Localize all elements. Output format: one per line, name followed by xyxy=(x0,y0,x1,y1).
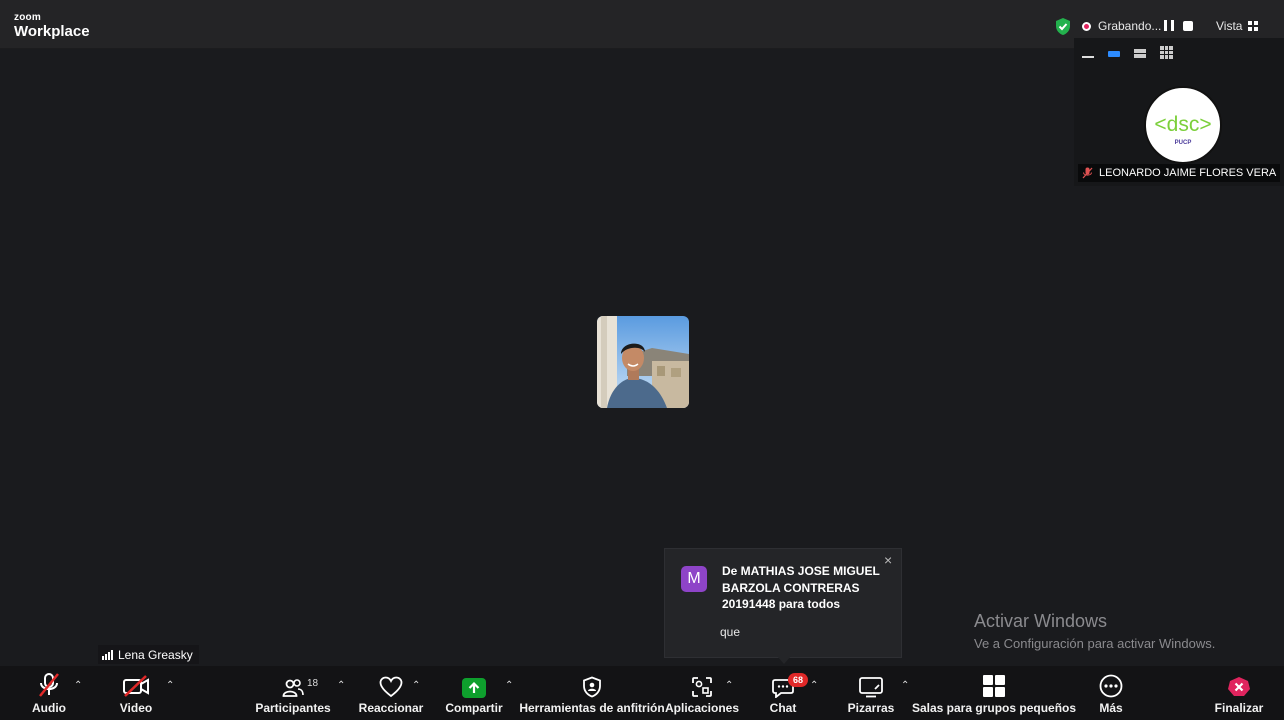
end-meeting-button[interactable]: Finalizar xyxy=(1212,666,1266,720)
audio-label: Audio xyxy=(32,701,66,715)
close-icon[interactable]: × xyxy=(884,552,892,568)
gallery-view-icon[interactable] xyxy=(1160,46,1173,59)
participant-avatar[interactable]: <dsc> PUCP xyxy=(1144,86,1222,164)
meeting-controls-toolbar: Audio ⌃ Video ⌃ Participantes 18 ⌃ Reacc… xyxy=(0,666,1284,720)
encryption-shield-icon[interactable] xyxy=(1054,17,1072,36)
avatar-logo-subtext: PUCP xyxy=(1175,140,1192,146)
video-options-caret-icon[interactable]: ⌃ xyxy=(166,680,174,691)
participants-label: Participantes xyxy=(255,701,331,715)
host-tools-button[interactable]: Herramientas de anfitrión xyxy=(519,666,665,720)
view-grid-icon xyxy=(1248,21,1259,31)
self-name: Lena Greasky xyxy=(118,647,193,662)
chat-unread-badge: 68 xyxy=(788,673,808,687)
react-button[interactable]: Reaccionar xyxy=(358,666,424,720)
share-options-caret-icon[interactable]: ⌃ xyxy=(505,680,513,691)
end-meeting-label: Finalizar xyxy=(1214,701,1264,715)
participants-icon xyxy=(282,679,304,697)
chat-options-caret-icon[interactable]: ⌃ xyxy=(810,680,818,691)
whiteboard-icon xyxy=(859,677,883,698)
whiteboards-button[interactable]: Pizarras xyxy=(846,666,896,720)
more-options-icon xyxy=(1099,674,1123,698)
muted-mic-icon xyxy=(1082,167,1093,179)
breakout-rooms-label: Salas para grupos pequeños xyxy=(911,701,1077,715)
heart-icon xyxy=(379,676,403,698)
audio-button[interactable]: Audio xyxy=(28,666,70,720)
whiteboards-label: Pizarras xyxy=(847,701,895,715)
watermark-subtitle: Ve a Configuración para activar Windows. xyxy=(974,636,1216,651)
participant-name: LEONARDO JAIME FLORES VERA xyxy=(1099,167,1277,179)
recording-dot-icon xyxy=(1082,21,1091,31)
more-label: Más xyxy=(1099,701,1123,715)
react-options-caret-icon[interactable]: ⌃ xyxy=(412,680,420,691)
chat-message-text: que xyxy=(720,625,741,639)
chat-button[interactable]: 68 Chat xyxy=(766,666,808,720)
panel-layout-controls xyxy=(1082,46,1173,59)
react-label: Reaccionar xyxy=(358,701,424,715)
participants-options-caret-icon[interactable]: ⌃ xyxy=(337,680,345,691)
participants-button[interactable]: Participantes xyxy=(255,666,331,720)
whiteboards-options-caret-icon[interactable]: ⌃ xyxy=(901,680,909,691)
signal-strength-icon xyxy=(102,649,113,660)
participant-name-tag: LEONARDO JAIME FLORES VERA xyxy=(1078,164,1281,182)
apps-label: Aplicaciones xyxy=(664,701,740,715)
logo-line2: Workplace xyxy=(14,23,90,40)
recording-indicator: Grabando... xyxy=(1082,19,1161,33)
sender-avatar: M xyxy=(681,566,707,592)
share-button[interactable]: Compartir xyxy=(445,666,503,720)
self-name-tag: Lena Greasky xyxy=(98,645,199,664)
apps-icon xyxy=(692,677,712,697)
more-button[interactable]: Más xyxy=(1094,666,1128,720)
dsc-logo-icon: <dsc> PUCP xyxy=(1154,113,1211,146)
apps-options-caret-icon[interactable]: ⌃ xyxy=(725,680,733,691)
host-tools-label: Herramientas de anfitrión xyxy=(519,701,665,715)
avatar-logo-text: <dsc> xyxy=(1154,113,1211,136)
view-label: Vista xyxy=(1216,19,1243,33)
zoom-logo: zoom Workplace xyxy=(14,12,90,40)
windows-activation-watermark: Activar Windows Ve a Configuración para … xyxy=(974,611,1215,651)
video-button[interactable]: Video xyxy=(114,666,158,720)
minimize-icon[interactable] xyxy=(1082,47,1094,59)
video-off-icon xyxy=(123,675,149,697)
camera-image xyxy=(597,316,689,408)
breakout-rooms-button[interactable]: Salas para grupos pequeños xyxy=(912,666,1076,720)
notification-pointer xyxy=(777,656,791,664)
video-thumbnail[interactable] xyxy=(597,316,689,408)
stop-recording-icon[interactable] xyxy=(1183,21,1193,31)
breakout-rooms-icon xyxy=(983,675,1005,697)
chat-notification[interactable]: M De MATHIAS JOSE MIGUEL BARZOLA CONTRER… xyxy=(664,548,902,658)
participants-count: 18 xyxy=(307,678,319,689)
view-button[interactable]: Vista xyxy=(1216,19,1259,33)
chat-label: Chat xyxy=(769,701,797,715)
active-speaker-panel: <dsc> PUCP LEONARDO JAIME FLORES VERA xyxy=(1074,38,1284,186)
chat-sender-line: De MATHIAS JOSE MIGUEL BARZOLA CONTRERAS… xyxy=(722,564,880,611)
recording-label: Grabando... xyxy=(1098,19,1162,33)
video-label: Video xyxy=(119,701,153,715)
watermark-title: Activar Windows xyxy=(974,611,1108,631)
strip-view-icon[interactable] xyxy=(1134,47,1146,59)
logo-line1: zoom xyxy=(14,12,41,23)
speaker-view-icon[interactable] xyxy=(1108,47,1120,59)
pause-recording-icon[interactable] xyxy=(1164,20,1174,31)
share-label: Compartir xyxy=(445,701,503,715)
apps-button[interactable]: Aplicaciones xyxy=(664,666,740,720)
audio-options-caret-icon[interactable]: ⌃ xyxy=(74,680,82,691)
end-meeting-icon xyxy=(1228,677,1250,696)
share-screen-icon xyxy=(462,678,486,698)
muted-mic-icon xyxy=(39,673,59,697)
host-shield-icon xyxy=(583,676,601,698)
